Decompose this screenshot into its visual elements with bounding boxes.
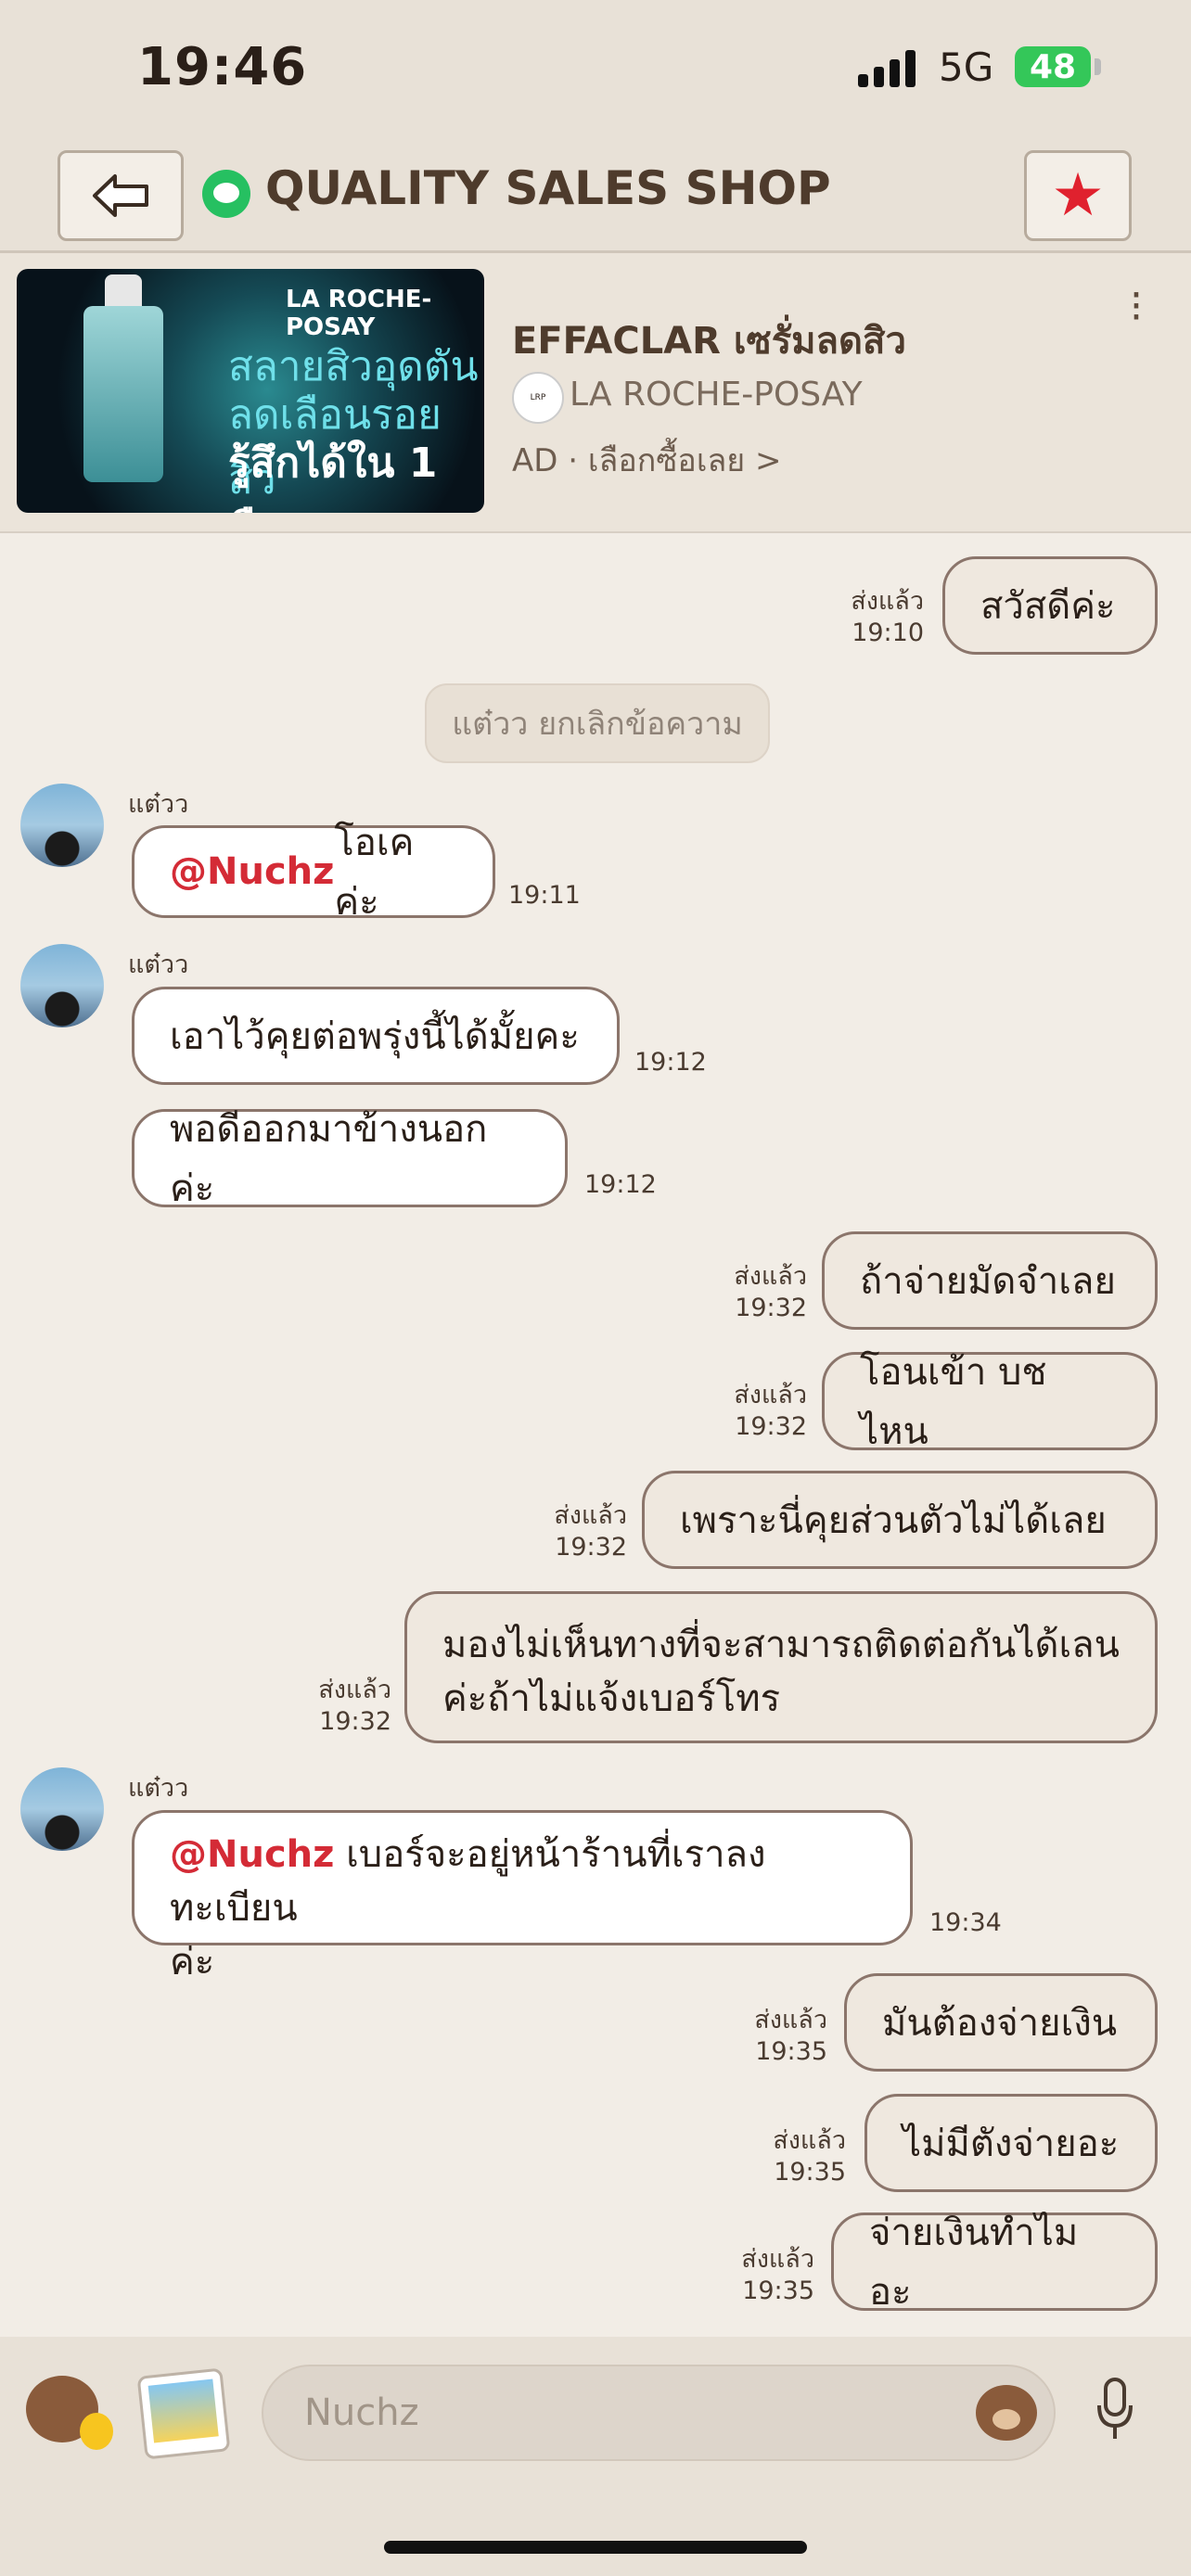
message-bubble-in[interactable]: พอดีออกมาข้างนอกค่ะ bbox=[132, 1108, 568, 1210]
emoji-bear-icon[interactable] bbox=[976, 2385, 1037, 2441]
message-time: 19:10 bbox=[852, 618, 924, 647]
message-text: เพราะนี่คุยส่วนตัวไม่ได้เลย bbox=[680, 1499, 1107, 1542]
recall-notice: แต๋วว ยกเลิกข้อความ bbox=[425, 683, 770, 763]
sender-name: แต๋วว bbox=[128, 950, 189, 979]
read-status: ส่งแล้ว 19:35 bbox=[735, 2125, 846, 2188]
read-status: ส่งแล้ว 19:32 bbox=[280, 1675, 391, 1738]
sent-label: ส่งแล้ว bbox=[773, 2126, 846, 2155]
message-time: 19:12 bbox=[634, 1048, 707, 1077]
sent-label: ส่งแล้ว bbox=[754, 2006, 827, 2034]
message-bubble-out[interactable]: มันต้องจ่ายเงิน bbox=[844, 1973, 1158, 2072]
message-bubble-out[interactable]: สวัสดีค่ะ bbox=[942, 556, 1158, 655]
ad-shop-link[interactable]: AD · เลือกซื้อเลย > bbox=[512, 435, 782, 485]
ad-image[interactable]: LA ROCHE-POSAY สลายสิวอุดตัน ลดเลือนรอยส… bbox=[17, 269, 484, 513]
microphone-icon[interactable] bbox=[1096, 2378, 1133, 2442]
chat-title[interactable]: QUALITY SALES SHOP bbox=[265, 161, 831, 215]
avatar[interactable] bbox=[20, 784, 104, 867]
chick-shape bbox=[80, 2413, 113, 2450]
message-time: 19:35 bbox=[774, 2158, 846, 2187]
star-icon: ★ bbox=[1051, 161, 1105, 230]
message-input[interactable]: Nuchz bbox=[262, 2365, 1056, 2461]
message-bubble-in[interactable]: @Nuchz เบอร์จะอยู่หน้าร้านที่เราลงทะเบีย… bbox=[132, 1810, 913, 1983]
message-text: โอนเข้า บช ไหน bbox=[860, 1351, 1047, 1453]
sent-label: ส่งแล้ว bbox=[734, 1381, 807, 1409]
read-status: ส่งแล้ว 19:32 bbox=[696, 1380, 807, 1443]
chat-bubble-icon bbox=[202, 170, 250, 218]
signal-icon bbox=[858, 50, 916, 87]
brand-logo-icon: LRP bbox=[512, 372, 564, 424]
message-time: 19:32 bbox=[735, 1412, 807, 1441]
ad-image-line3: รู้สึกได้ใน 1 คืน bbox=[228, 440, 438, 513]
mention-link[interactable]: @Nuchz bbox=[170, 1833, 334, 1876]
sent-label: ส่งแล้ว bbox=[318, 1676, 391, 1704]
home-indicator[interactable] bbox=[384, 2541, 807, 2554]
message-text: เอาไว้คุยต่อพรุ่งนี้ได้มั้ยคะ bbox=[170, 1015, 580, 1058]
message-bubble-out[interactable]: ไม่มีตังจ่ายอะ bbox=[864, 2094, 1158, 2192]
message-bubble-out[interactable]: จ่ายเงินทำไมอะ bbox=[831, 2212, 1158, 2314]
message-bubble-out[interactable]: โอนเข้า บช ไหน bbox=[822, 1351, 1158, 1453]
message-bubble-in[interactable]: @Nuchz โอเคค่ะ bbox=[132, 822, 495, 924]
message-time: 19:12 bbox=[584, 1170, 657, 1199]
message-text: มันต้องจ่ายเงิน bbox=[882, 2002, 1118, 2045]
chat-header: QUALITY SALES SHOP ★ bbox=[0, 139, 1191, 253]
message-time: 19:32 bbox=[319, 1707, 391, 1736]
photo-thumb bbox=[147, 2378, 219, 2443]
message-text: สวัสดีค่ะ bbox=[980, 585, 1116, 628]
sender-name: แต๋วว bbox=[128, 790, 189, 819]
more-icon[interactable]: · · · bbox=[1130, 275, 1143, 338]
message-time: 19:32 bbox=[735, 1294, 807, 1322]
message-bubble-out[interactable]: ถ้าจ่ายมัดจำเลย bbox=[822, 1231, 1158, 1330]
back-arrow-icon bbox=[93, 174, 148, 217]
battery-level: 48 bbox=[1029, 47, 1077, 86]
message-time: 19:11 bbox=[508, 881, 581, 910]
message-text: พอดีออกมาข้างนอกค่ะ bbox=[170, 1108, 488, 1210]
mention-link[interactable]: @Nuchz bbox=[170, 850, 334, 893]
network-type: 5G bbox=[939, 45, 994, 90]
ad-brand: LA ROCHE-POSAY bbox=[570, 376, 863, 414]
message-bubble-out[interactable]: เพราะนี่คุยส่วนตัวไม่ได้เลย bbox=[642, 1471, 1158, 1569]
status-time: 19:46 bbox=[137, 37, 308, 97]
battery-icon: 48 bbox=[1015, 46, 1091, 87]
message-bubble-out[interactable]: มองไม่เห็นทางที่จะสามารถติดต่อกันได้เลนค… bbox=[404, 1591, 1158, 1743]
sent-label: ส่งแล้ว bbox=[741, 2245, 814, 2274]
message-time: 19:34 bbox=[929, 1908, 1002, 1937]
input-placeholder: Nuchz bbox=[304, 2391, 419, 2434]
avatar[interactable] bbox=[20, 944, 104, 1027]
photo-icon[interactable] bbox=[136, 2367, 231, 2460]
read-status: ส่งแล้ว 19:35 bbox=[716, 2005, 827, 2068]
message-text-line1: มองไม่เห็นทางที่จะสามารถติดต่อกันได้เลน bbox=[442, 1624, 1120, 1666]
sender-name: แต๋วว bbox=[128, 1774, 189, 1803]
read-status: ส่งแล้ว 19:32 bbox=[696, 1261, 807, 1324]
message-text: ถ้าจ่ายมัดจำเลย bbox=[860, 1260, 1116, 1303]
status-bar: 19:46 5G 48 bbox=[0, 0, 1191, 139]
read-status: ส่งแล้ว 19:35 bbox=[703, 2244, 814, 2307]
message-text: จ่ายเงินทำไมอะ bbox=[869, 2212, 1079, 2314]
serum-bottle-shape bbox=[83, 306, 163, 482]
message-bubble-in[interactable]: เอาไว้คุยต่อพรุ่งนี้ได้มั้ยคะ bbox=[132, 987, 620, 1085]
sent-label: ส่งแล้ว bbox=[734, 1262, 807, 1291]
favorite-button[interactable]: ★ bbox=[1024, 150, 1132, 241]
read-status: ส่งแล้ว 19:32 bbox=[516, 1500, 627, 1563]
ad-banner[interactable]: LA ROCHE-POSAY สลายสิวอุดตัน ลดเลือนรอยส… bbox=[0, 253, 1191, 533]
back-button[interactable] bbox=[58, 150, 184, 241]
sticker-icon[interactable] bbox=[20, 2363, 115, 2457]
sent-label: ส่งแล้ว bbox=[554, 1501, 627, 1530]
message-time: 19:35 bbox=[755, 2037, 827, 2066]
read-status: ส่งแล้ว 19:10 bbox=[813, 586, 924, 649]
message-text-line2: ค่ะถ้าไม่แจ้งเบอร์โทร bbox=[442, 1677, 781, 1720]
avatar[interactable] bbox=[20, 1767, 104, 1851]
message-text: ไม่มีตังจ่ายอะ bbox=[903, 2123, 1120, 2165]
message-time: 19:35 bbox=[742, 2276, 814, 2305]
message-text: โอเคค่ะ bbox=[334, 822, 415, 924]
message-text-line2: ค่ะ bbox=[170, 1941, 215, 1983]
message-time: 19:32 bbox=[555, 1533, 627, 1562]
sent-label: ส่งแล้ว bbox=[851, 587, 924, 616]
ad-title[interactable]: EFFACLAR เซรั่มลดสิว bbox=[512, 311, 906, 370]
battery-tip bbox=[1095, 58, 1101, 75]
ad-image-brand: LA ROCHE-POSAY bbox=[286, 286, 432, 341]
